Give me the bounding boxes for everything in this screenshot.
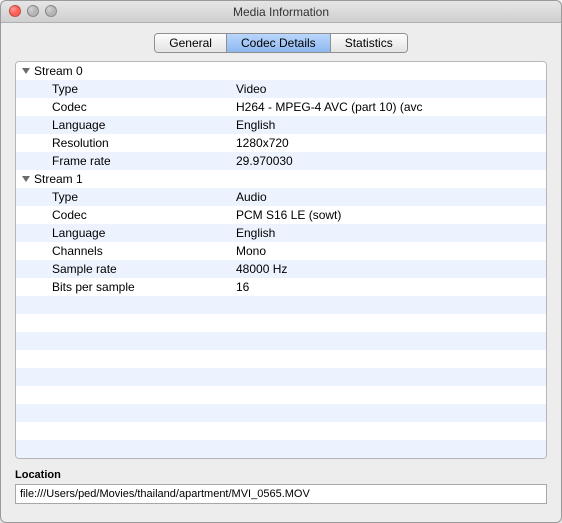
tab-bar: General Codec Details Statistics [15,33,547,53]
property-key: Language [16,118,236,132]
empty-row [16,440,546,458]
segmented-control: General Codec Details Statistics [154,33,407,53]
property-key: Frame rate [16,154,236,168]
location-input[interactable] [15,484,547,504]
traffic-lights [9,5,57,17]
zoom-icon[interactable] [45,5,57,17]
chevron-down-icon[interactable] [22,68,30,74]
property-value: 16 [236,280,546,294]
property-key: Channels [16,244,236,258]
empty-row [16,296,546,314]
empty-row [16,332,546,350]
table-row[interactable]: TypeVideo [16,80,546,98]
tab-codec-details[interactable]: Codec Details [227,34,331,52]
property-key: Bits per sample [16,280,236,294]
chevron-down-icon[interactable] [22,176,30,182]
empty-row [16,350,546,368]
property-value: English [236,118,546,132]
empty-row [16,404,546,422]
property-key: Type [16,82,236,96]
property-value: 1280x720 [236,136,546,150]
table-row[interactable]: Frame rate29.970030 [16,152,546,170]
tab-statistics[interactable]: Statistics [331,34,407,52]
empty-row [16,314,546,332]
table-row[interactable]: CodecPCM S16 LE (sowt) [16,206,546,224]
empty-row [16,422,546,440]
table-row[interactable]: TypeAudio [16,188,546,206]
property-key: Language [16,226,236,240]
table-row[interactable]: LanguageEnglish [16,224,546,242]
property-value: Video [236,82,546,96]
property-value: 29.970030 [236,154,546,168]
property-value: Audio [236,190,546,204]
property-value: 48000 Hz [236,262,546,276]
property-key: Type [16,190,236,204]
stream-header[interactable]: Stream 1 [16,170,546,188]
empty-row [16,386,546,404]
codec-details-panel: Stream 0TypeVideoCodecH264 - MPEG-4 AVC … [15,61,547,459]
table-row[interactable]: Resolution1280x720 [16,134,546,152]
empty-row [16,368,546,386]
property-key: Sample rate [16,262,236,276]
property-key: Codec [16,208,236,222]
table-row[interactable]: Sample rate48000 Hz [16,260,546,278]
property-value: PCM S16 LE (sowt) [236,208,546,222]
property-value: H264 - MPEG-4 AVC (part 10) (avc [236,100,546,114]
minimize-icon[interactable] [27,5,39,17]
tab-general[interactable]: General [155,34,227,52]
location-section: Location [15,469,547,504]
window: Media Information General Codec Details … [0,0,562,523]
property-key: Codec [16,100,236,114]
table-row[interactable]: CodecH264 - MPEG-4 AVC (part 10) (avc [16,98,546,116]
window-title: Media Information [1,5,561,19]
stream-table: Stream 0TypeVideoCodecH264 - MPEG-4 AVC … [16,62,546,458]
property-value: English [236,226,546,240]
table-row[interactable]: Bits per sample16 [16,278,546,296]
close-icon[interactable] [9,5,21,17]
stream-header-label: Stream 1 [34,172,83,186]
table-row[interactable]: LanguageEnglish [16,116,546,134]
property-value: Mono [236,244,546,258]
titlebar: Media Information [1,1,561,23]
stream-header-label: Stream 0 [34,64,83,78]
location-label: Location [15,469,547,481]
property-key: Resolution [16,136,236,150]
stream-header[interactable]: Stream 0 [16,62,546,80]
table-row[interactable]: ChannelsMono [16,242,546,260]
window-body: General Codec Details Statistics Stream … [1,23,561,518]
